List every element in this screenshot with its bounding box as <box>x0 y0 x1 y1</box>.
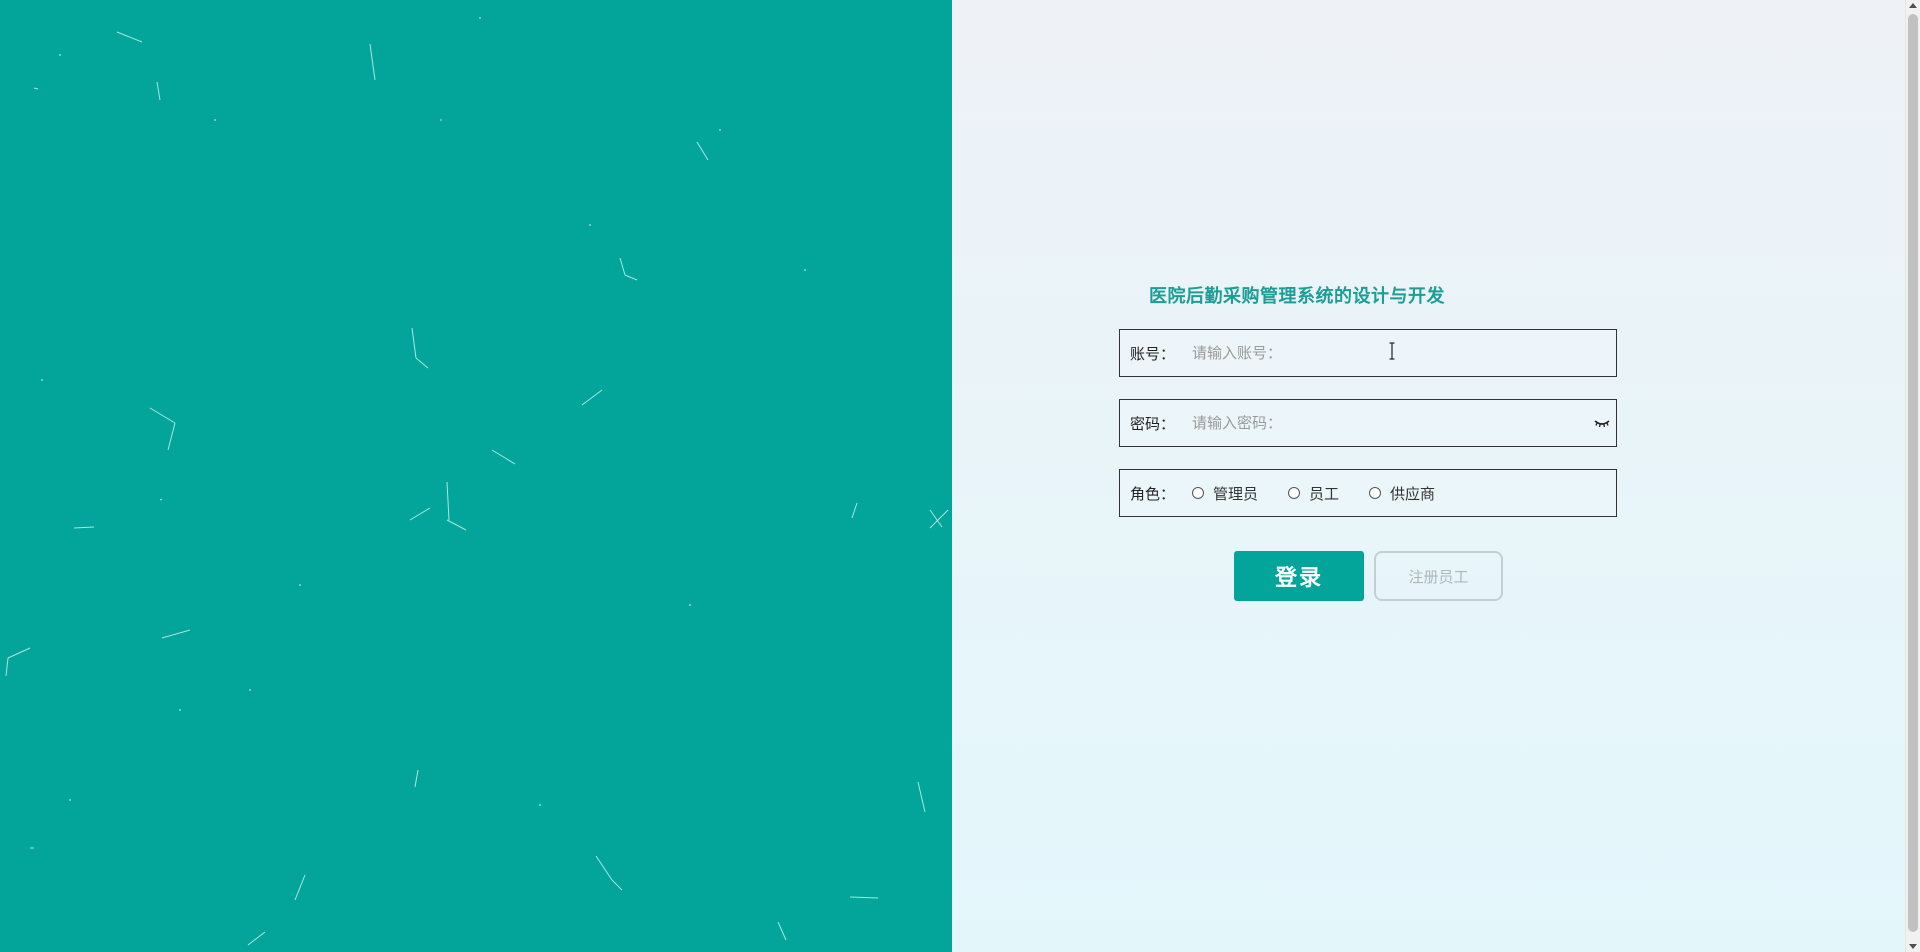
role-option-admin[interactable]: 管理员 <box>1192 483 1258 504</box>
radio-circle-icon[interactable] <box>1288 487 1301 499</box>
account-input[interactable] <box>1192 344 1616 362</box>
particle-line <box>73 526 95 529</box>
password-field: 密码： <box>1119 399 1617 447</box>
decorative-background-panel <box>0 0 952 952</box>
particle-line <box>247 931 266 946</box>
particle-line <box>446 481 450 521</box>
role-option-label: 供应商 <box>1390 484 1436 503</box>
particle-line <box>581 389 603 406</box>
role-radio-group: 管理员 员工 供应商 <box>1192 483 1465 504</box>
particle-dot <box>179 709 181 711</box>
particle-line <box>159 498 163 501</box>
text-cursor-icon <box>1389 342 1395 360</box>
login-page: 医院后勤采购管理系统的设计与开发 账号： 密码： 角色： 管理员 <box>0 0 1920 952</box>
particle-line <box>149 407 176 424</box>
role-field: 角色： 管理员 员工 供应商 <box>1119 469 1617 517</box>
system-title: 医院后勤采购管理系统的设计与开发 <box>1149 286 1445 307</box>
particle-line <box>7 647 31 659</box>
particle-dot <box>804 269 806 271</box>
role-option-supplier[interactable]: 供应商 <box>1369 483 1435 504</box>
account-label: 账号： <box>1130 344 1176 363</box>
role-option-label: 员工 <box>1309 484 1340 503</box>
particle-line <box>619 257 626 276</box>
particle-line <box>777 921 787 941</box>
particle-dot <box>689 604 691 606</box>
scroll-up-arrow-icon[interactable] <box>1909 3 1917 8</box>
particle-line <box>415 357 429 369</box>
radio-circle-icon[interactable] <box>1192 487 1204 499</box>
role-option-label: 管理员 <box>1213 484 1259 503</box>
eye-closed-icon[interactable] <box>1594 418 1610 428</box>
register-employee-button[interactable]: 注册员工 <box>1374 551 1503 601</box>
particle-line <box>849 896 879 899</box>
password-label: 密码： <box>1130 414 1176 433</box>
particle-line <box>851 502 858 519</box>
particle-dot <box>59 54 61 56</box>
particle-line <box>595 855 613 881</box>
role-label: 角色： <box>1130 484 1176 503</box>
particle-line <box>409 507 431 521</box>
particle-line <box>696 141 709 161</box>
particle-line <box>611 879 623 891</box>
scrollbar-thumb[interactable] <box>1908 14 1918 932</box>
particle-line <box>5 657 9 677</box>
particle-line <box>167 422 176 451</box>
particle-line <box>116 31 143 43</box>
particle-line <box>161 629 191 639</box>
particle-line <box>33 87 39 90</box>
particle-line <box>369 43 376 81</box>
particle-lines-decoration <box>5 17 949 946</box>
particle-line <box>929 509 949 529</box>
particle-dot <box>214 119 216 121</box>
particle-dot <box>69 799 71 801</box>
particle-line <box>414 769 419 788</box>
particle-line <box>411 327 417 359</box>
particle-line <box>294 874 306 901</box>
particle-dot <box>589 224 591 226</box>
scroll-down-arrow-icon[interactable] <box>1909 944 1917 949</box>
particle-dot <box>479 17 481 19</box>
particle-dot <box>249 689 251 691</box>
login-button[interactable]: 登录 <box>1234 551 1364 601</box>
particle-line <box>624 274 638 281</box>
role-option-employee[interactable]: 员工 <box>1288 483 1339 504</box>
account-field: 账号： <box>1119 329 1617 377</box>
password-input[interactable] <box>1192 414 1594 432</box>
page-scrollbar[interactable] <box>1905 0 1920 952</box>
particle-dot <box>299 584 301 586</box>
particle-dot <box>719 129 721 131</box>
particle-line <box>491 449 516 465</box>
particle-dot <box>41 379 43 381</box>
particle-line <box>917 781 926 813</box>
radio-circle-icon[interactable] <box>1369 487 1382 499</box>
particle-line <box>156 81 161 101</box>
particle-dot <box>539 804 541 806</box>
particle-line <box>446 519 467 531</box>
